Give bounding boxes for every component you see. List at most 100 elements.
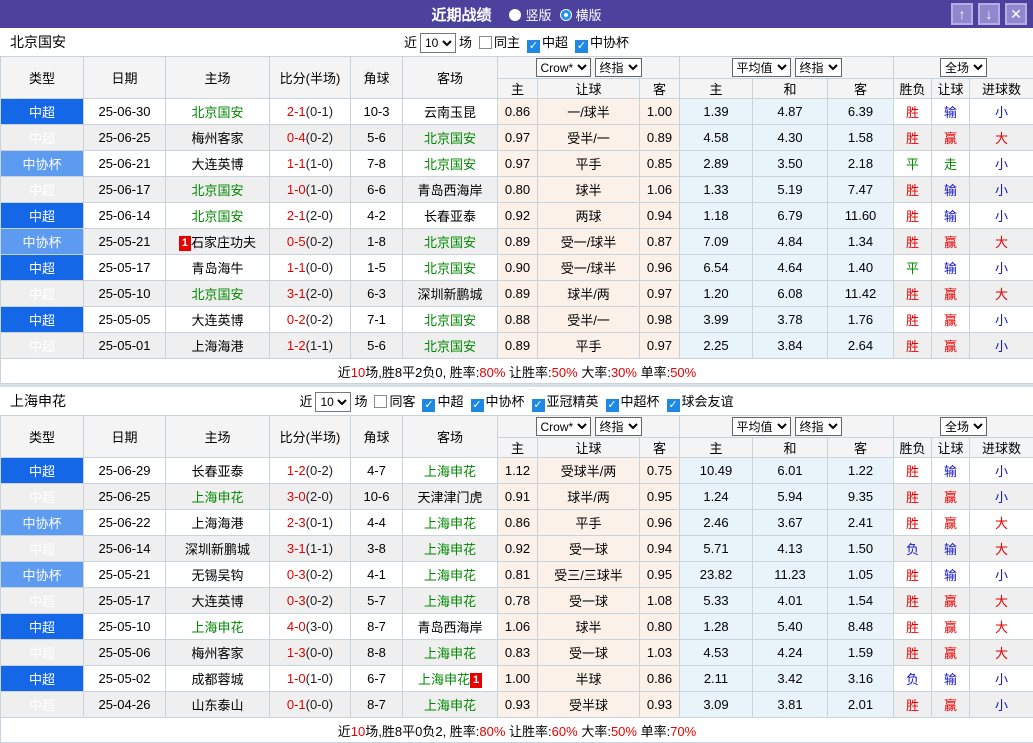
handicap-result: 赢: [932, 692, 970, 718]
crow-away-odds: 0.87: [640, 229, 680, 255]
home-team-cell: 大连英博: [166, 151, 270, 177]
average-time-select[interactable]: 终指: [795, 58, 842, 77]
close-button[interactable]: ✕: [1005, 3, 1027, 25]
goals-result: 小: [970, 99, 1033, 125]
crow-handicap: 球半: [538, 614, 640, 640]
odds-source-select[interactable]: Crow*: [536, 58, 591, 77]
odds-time-select[interactable]: 终指: [595, 58, 642, 77]
average-time-select[interactable]: 终指: [795, 417, 842, 436]
crow-handicap: 受一球: [538, 640, 640, 666]
team-name: 上海申花: [424, 516, 476, 531]
summary-row: 近10场,胜8平0负2, 胜率:80% 让胜率:60% 大率:50% 单率:70…: [1, 718, 1033, 743]
filter-checkbox-球会友谊[interactable]: ✓: [667, 399, 680, 412]
avg-away-odds: 1.58: [828, 125, 894, 151]
crow-handicap: 受一球: [538, 588, 640, 614]
goals-result: 小: [970, 151, 1033, 177]
crow-home-odds: 0.89: [498, 229, 538, 255]
avg-draw-odds: 4.64: [753, 255, 828, 281]
fulltime-select[interactable]: 全场: [940, 417, 987, 436]
halftime-score: (0-2): [306, 567, 333, 582]
match-row: 中超25-04-26山东泰山0-1(0-0)8-7上海申花0.93受半球0.93…: [1, 692, 1033, 718]
radio-vertical-layout[interactable]: [509, 9, 521, 21]
league-type-cell: 中超: [1, 666, 84, 692]
column-header-5: 客场: [403, 57, 498, 99]
focus-team-label: 北京国安: [10, 32, 66, 52]
halftime-score: (2-0): [306, 286, 333, 301]
corner-cell: 10-6: [351, 484, 403, 510]
column-header-2: 主场: [166, 57, 270, 99]
team-name: 成都蓉城: [191, 672, 243, 687]
scroll-down-button[interactable]: ↓: [978, 3, 1000, 25]
summary-part: 10: [351, 365, 365, 380]
goals-result: 小: [970, 692, 1033, 718]
fulltime-score: 1-1: [287, 260, 306, 275]
crow-away-odds: 0.96: [640, 510, 680, 536]
league-type-cell: 中协杯: [1, 510, 84, 536]
home-team-cell: 大连英博: [166, 307, 270, 333]
scroll-up-button[interactable]: ↑: [951, 3, 973, 25]
corner-cell: 7-8: [351, 151, 403, 177]
filter-checkbox-同主[interactable]: [479, 36, 492, 49]
crow-home-odds: 0.92: [498, 536, 538, 562]
crow-home-odds: 0.81: [498, 562, 538, 588]
away-team-cell: 北京国安: [403, 255, 498, 281]
filter-checkbox-中协杯[interactable]: ✓: [471, 399, 484, 412]
team-name: 长春亚泰: [424, 209, 476, 224]
handicap-result: 输: [932, 562, 970, 588]
recent-count-select[interactable]: 10: [420, 33, 456, 53]
games-label: 场: [354, 394, 367, 409]
sub-header-2: 客: [640, 438, 680, 458]
handicap-result: 输: [932, 177, 970, 203]
odds-time-select[interactable]: 终指: [595, 417, 642, 436]
score-cell: 4-0(3-0): [270, 614, 351, 640]
avg-draw-odds: 4.24: [753, 640, 828, 666]
filter-checkbox-中超[interactable]: ✓: [422, 399, 435, 412]
filter-checkbox-中超杯[interactable]: ✓: [606, 399, 619, 412]
summary-part: 80%: [479, 365, 505, 380]
league-type-cell: 中超: [1, 255, 84, 281]
average-odds-select[interactable]: 平均值: [732, 417, 791, 436]
crow-handicap: 平手: [538, 333, 640, 359]
handicap-result: 赢: [932, 125, 970, 151]
league-type-cell: 中超: [1, 588, 84, 614]
avg-draw-odds: 3.50: [753, 151, 828, 177]
filter-checkbox-亚冠精英[interactable]: ✓: [532, 399, 545, 412]
filter-checkbox-中协杯[interactable]: ✓: [575, 40, 588, 53]
win-draw-loss-result: 平: [894, 151, 932, 177]
home-team-cell: 山东泰山: [166, 692, 270, 718]
crow-home-odds: 0.89: [498, 333, 538, 359]
avg-away-odds: 7.47: [828, 177, 894, 203]
recent-count-select[interactable]: 10: [315, 392, 351, 412]
header-row-groups: 类型日期主场比分(半场)角球客场Crow*终指平均值终指全场: [1, 57, 1033, 79]
filter-checkbox-中超[interactable]: ✓: [527, 40, 540, 53]
avg-away-odds: 1.05: [828, 562, 894, 588]
odds-source-select[interactable]: Crow*: [536, 417, 591, 436]
filter-checkbox-同客[interactable]: [374, 395, 387, 408]
avg-home-odds: 5.71: [680, 536, 753, 562]
handicap-result: 输: [932, 99, 970, 125]
filter-controls: 近10场同主✓中超✓中协杯: [404, 32, 629, 53]
fulltime-score: 0-1: [287, 697, 306, 712]
halftime-score: (0-2): [306, 593, 333, 608]
match-row: 中协杯25-06-22上海海港2-3(0-1)4-4上海申花0.86平手0.96…: [1, 510, 1033, 536]
team-name: 上海申花: [424, 594, 476, 609]
avg-away-odds: 1.59: [828, 640, 894, 666]
home-team-cell: 大连英博: [166, 588, 270, 614]
fulltime-score: 0-3: [287, 593, 306, 608]
fulltime-select[interactable]: 全场: [940, 58, 987, 77]
handicap-result: 赢: [932, 484, 970, 510]
avg-home-odds: 1.18: [680, 203, 753, 229]
crow-home-odds: 0.92: [498, 203, 538, 229]
away-team-cell: 上海申花: [403, 692, 498, 718]
win-draw-loss-result: 胜: [894, 177, 932, 203]
crow-away-odds: 0.80: [640, 614, 680, 640]
radio-horizontal-layout[interactable]: [560, 9, 572, 21]
team-name: 北京国安: [424, 261, 476, 276]
summary-part: 让胜率:: [505, 724, 551, 739]
avg-home-odds: 4.53: [680, 640, 753, 666]
sub-header-0: 主: [498, 79, 538, 99]
avg-home-odds: 7.09: [680, 229, 753, 255]
average-odds-select[interactable]: 平均值: [732, 58, 791, 77]
halftime-score: (0-1): [306, 515, 333, 530]
handicap-result: 赢: [932, 640, 970, 666]
